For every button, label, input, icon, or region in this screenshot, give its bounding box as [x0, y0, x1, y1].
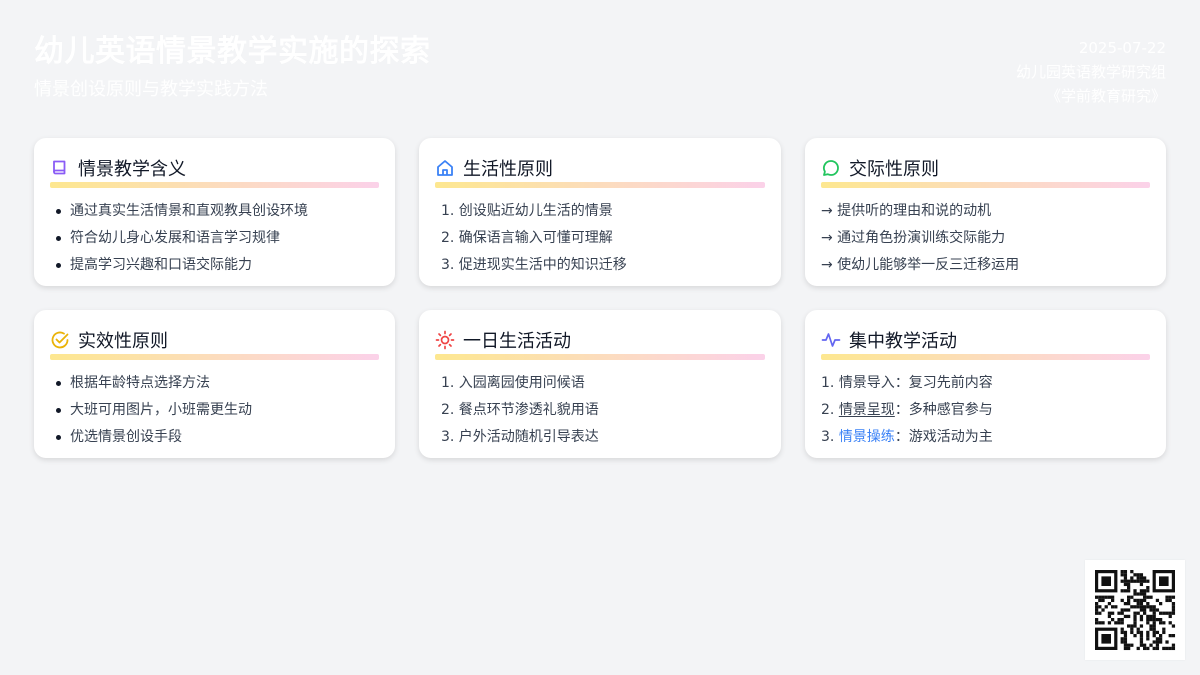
check-circle-icon [50, 330, 70, 350]
card-grid: 情景教学含义 通过真实生活情景和直观教具创设环境 符合幼儿身心发展和语言学习规律… [34, 138, 1166, 458]
meta-info: 2025-07-22 幼儿园英语教学研究组 《学前教育研究》 [1016, 36, 1166, 108]
card-list: 通过真实生活情景和直观教具创设环境 符合幼儿身心发展和语言学习规律 提高学习兴趣… [50, 198, 379, 279]
item-label: 情景导入 [838, 375, 895, 391]
card-title: 生活性原则 [463, 159, 553, 180]
card-list: → 提供听的理由和说的动机 → 通过角色扮演训练交际能力 → 使幼儿能够举一反三… [821, 198, 1150, 279]
source-label: 《学前教育研究》 [1045, 87, 1166, 105]
card-title: 实效性原则 [78, 331, 168, 352]
card-header: 情景教学含义 [50, 156, 379, 180]
list-item: 1. 情景导入：复习先前内容 [821, 370, 1150, 397]
header: 幼儿英语情景教学实施的探索 情景创设原则与教学实践方法 [34, 32, 431, 102]
activity-icon [821, 330, 841, 350]
item-number: 3. [821, 429, 839, 445]
title-underline [821, 182, 1150, 188]
list-item: 3. 户外活动随机引导表达 [441, 429, 599, 445]
card-header: 集中教学活动 [821, 328, 1150, 352]
card-daily-activities: 一日生活活动 1. 入园离园使用问候语 2. 餐点环节渗透礼貌用语 3. 户外活… [419, 310, 781, 458]
list-item: 符合幼儿身心发展和语言学习规律 [50, 225, 379, 252]
card-header: 一日生活活动 [435, 328, 765, 352]
qr-code [1085, 560, 1185, 660]
card-list: 根据年龄特点选择方法 大班可用图片，小班需更生动 优选情景创设手段 [50, 370, 379, 451]
card-meaning: 情景教学含义 通过真实生活情景和直观教具创设环境 符合幼儿身心发展和语言学习规律… [34, 138, 395, 286]
card-list: 1. 情景导入：复习先前内容 2. 情景呈现：多种感官参与 3. 情景操练：游戏… [821, 370, 1150, 451]
item-number: 2. [821, 402, 839, 418]
author-label: 幼儿园英语教学研究组 [1015, 63, 1166, 81]
card-title: 集中教学活动 [849, 331, 957, 352]
item-text: ：游戏活动为主 [894, 429, 993, 445]
list-item: 2. 餐点环节渗透礼貌用语 [441, 402, 599, 418]
chat-bubble-icon [821, 158, 841, 178]
title-underline [435, 354, 765, 360]
list-item: → 通过角色扮演训练交际能力 [821, 230, 1006, 246]
list-item: 提高学习兴趣和口语交际能力 [50, 252, 379, 279]
list-item: 2. 确保语言输入可懂可理解 [441, 230, 613, 246]
item-text: ：多种感官参与 [894, 402, 993, 418]
list-item: 2. 情景呈现：多种感官参与 [821, 397, 1150, 424]
home-icon [435, 158, 455, 178]
card-title: 一日生活活动 [463, 331, 571, 352]
card-list: 1. 入园离园使用问候语 2. 餐点环节渗透礼貌用语 3. 户外活动随机引导表达 [435, 370, 765, 451]
list-item: 大班可用图片，小班需更生动 [50, 397, 379, 424]
title-underline [50, 182, 379, 188]
item-text: ：复习先前内容 [894, 375, 993, 391]
card-effectiveness-principle: 实效性原则 根据年龄特点选择方法 大班可用图片，小班需更生动 优选情景创设手段 [34, 310, 395, 458]
sun-icon [435, 330, 455, 350]
title-underline [435, 182, 765, 188]
card-header: 实效性原则 [50, 328, 379, 352]
book-icon [50, 158, 70, 178]
title-underline [821, 354, 1150, 360]
list-item: 通过真实生活情景和直观教具创设环境 [50, 198, 379, 225]
card-communicative-principle: 交际性原则 → 提供听的理由和说的动机 → 通过角色扮演训练交际能力 → 使幼儿… [805, 138, 1166, 286]
item-label-underlined: 情景呈现 [838, 402, 895, 418]
list-item: 1. 创设贴近幼儿生活的情景 [441, 203, 613, 219]
item-link[interactable]: 情景操练 [839, 429, 895, 445]
list-item: 3. 促进现实生活中的知识迁移 [441, 257, 627, 273]
list-item: → 提供听的理由和说的动机 [821, 203, 992, 219]
card-centralized-teaching: 集中教学活动 1. 情景导入：复习先前内容 2. 情景呈现：多种感官参与 3. … [805, 310, 1166, 458]
list-item: → 使幼儿能够举一反三迁移运用 [821, 257, 1020, 273]
card-title: 情景教学含义 [78, 159, 186, 180]
card-title: 交际性原则 [849, 159, 939, 180]
list-item: 1. 入园离园使用问候语 [441, 375, 585, 391]
page-subtitle: 情景创设原则与教学实践方法 [34, 79, 268, 100]
item-number: 1. [821, 375, 839, 391]
list-item: 优选情景创设手段 [50, 424, 379, 451]
card-list: 1. 创设贴近幼儿生活的情景 2. 确保语言输入可懂可理解 3. 促进现实生活中… [435, 198, 765, 279]
card-life-principle: 生活性原则 1. 创设贴近幼儿生活的情景 2. 确保语言输入可懂可理解 3. 促… [419, 138, 781, 286]
list-item: 根据年龄特点选择方法 [50, 370, 379, 397]
qr-code-image [1095, 570, 1176, 651]
card-header: 生活性原则 [435, 156, 765, 180]
page-title: 幼儿英语情景教学实施的探索 [34, 34, 431, 69]
list-item: 3. 情景操练：游戏活动为主 [821, 424, 1150, 451]
card-header: 交际性原则 [821, 156, 1150, 180]
title-underline [50, 354, 379, 360]
date-label: 2025-07-22 [1078, 39, 1166, 57]
